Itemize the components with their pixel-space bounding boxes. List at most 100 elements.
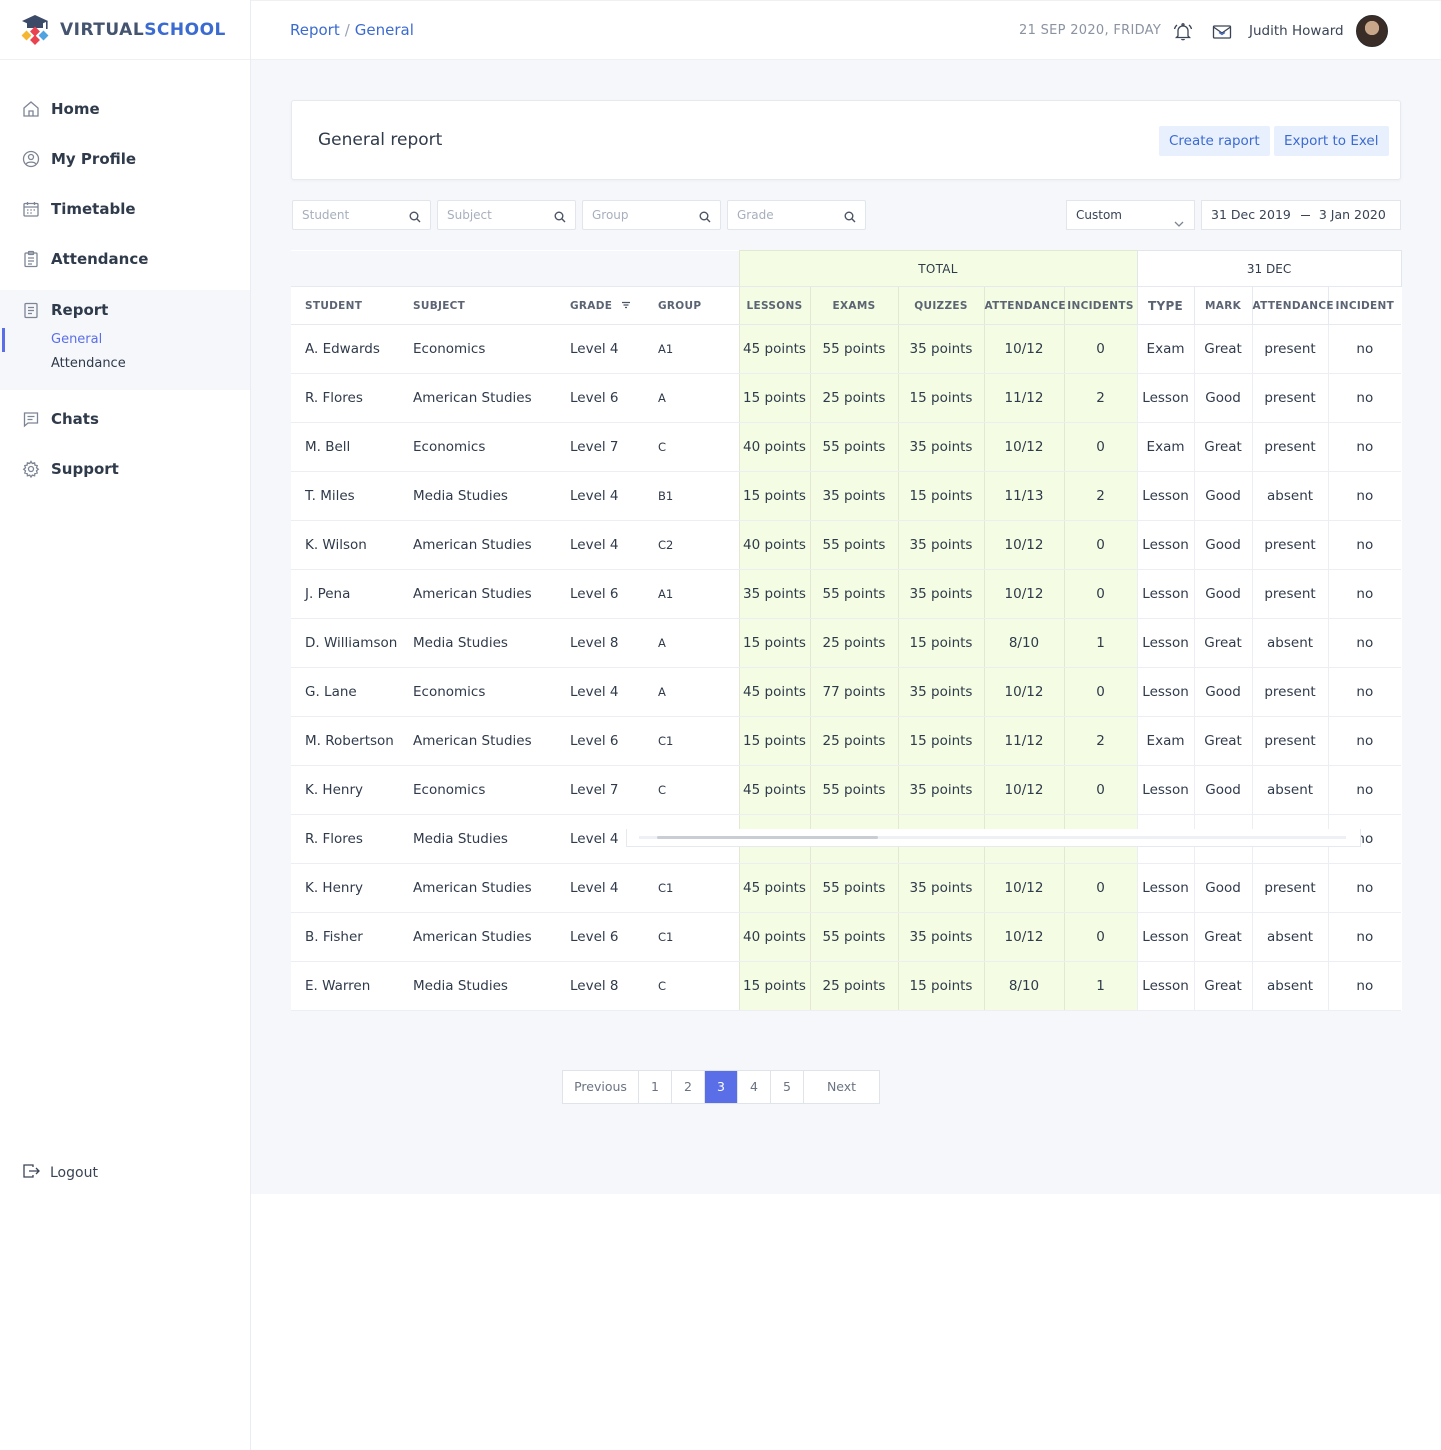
breadcrumb-report[interactable]: Report: [290, 21, 340, 39]
search-icon[interactable]: [554, 208, 566, 227]
col-header-subject[interactable]: SUBJECT: [399, 286, 556, 325]
cell-grade: Level 8: [556, 961, 651, 1011]
date-range-dash: [1300, 215, 1310, 216]
table-horizontal-scrollbar[interactable]: [626, 829, 1361, 847]
table-row[interactable]: T. Miles Media Studies Level 4 B1 15 points 3…: [291, 471, 1402, 521]
cell-quizzes: 35 points: [897, 912, 984, 962]
sidebar-item-home[interactable]: Home: [0, 84, 250, 134]
table-row[interactable]: M. Bell Economics Level 7 C 40 points 55 poin…: [291, 422, 1402, 472]
pagination-page-2[interactable]: 2: [672, 1071, 705, 1103]
col-header-incident[interactable]: INCIDENT: [1327, 286, 1402, 325]
period-select[interactable]: Custom: [1066, 200, 1195, 230]
col-header-lessons[interactable]: LESSONS: [738, 286, 810, 325]
sidebar-item-attendance[interactable]: Attendance: [0, 234, 250, 284]
export-to-excel-button[interactable]: Export to Exel: [1274, 126, 1389, 156]
filter-sort-icon[interactable]: [621, 300, 631, 312]
col-header-exams[interactable]: EXAMS: [809, 286, 898, 325]
mail-icon[interactable]: [1212, 24, 1232, 44]
current-date: 21 SEP 2020, FRIDAY: [1019, 23, 1162, 38]
cell-exams: 25 points: [809, 716, 898, 766]
search-icon[interactable]: [409, 208, 421, 227]
search-icon[interactable]: [699, 208, 711, 227]
col-header-type[interactable]: TYPE: [1136, 286, 1195, 325]
create-report-button[interactable]: Create raport: [1159, 126, 1270, 156]
col-header-grade[interactable]: GRADE: [556, 286, 651, 325]
cell-type: Lesson: [1136, 961, 1195, 1011]
report-table-wrapper: TOTAL 31 DEC STUDENT SUBJECT GRADE GROUP…: [291, 250, 1402, 1011]
pagination-page-3[interactable]: 3: [705, 1071, 738, 1103]
pagination-page-1[interactable]: 1: [639, 1071, 672, 1103]
sidebar-item-chats[interactable]: Chats: [0, 394, 250, 444]
table-row[interactable]: M. Robertson American Studies Level 6 C1 15 …: [291, 716, 1402, 766]
cell-mark: Good: [1193, 863, 1253, 913]
col-header-mark[interactable]: MARK: [1193, 286, 1253, 325]
cell-incidents: 2: [1063, 373, 1138, 423]
cell-exams: 55 points: [809, 912, 898, 962]
col-header-incidents[interactable]: INCIDENTS: [1063, 286, 1138, 325]
sidebar-item-timetable[interactable]: Timetable: [0, 184, 250, 234]
table-row[interactable]: B. Fisher American Studies Level 6 C1 40 poi…: [291, 912, 1402, 962]
table-row[interactable]: E. Warren Media Studies Level 8 C 15 points 2…: [291, 961, 1402, 1011]
cell-student: K. Henry: [291, 765, 399, 815]
cell-type: Lesson: [1136, 765, 1195, 815]
table-row[interactable]: A. Edwards Economics Level 4 A1 45 points 55 …: [291, 324, 1402, 374]
table-row[interactable]: K. Wilson American Studies Level 4 C2 40 poi…: [291, 520, 1402, 570]
sidebar-subitem-attendance[interactable]: Attendance: [0, 352, 250, 376]
breadcrumb: Report / General: [290, 21, 414, 39]
logout-button[interactable]: Logout: [22, 1163, 98, 1183]
pagination-page-5[interactable]: 5: [771, 1071, 804, 1103]
col-header-quizzes[interactable]: QUIZZES: [897, 286, 984, 325]
report-icon: [22, 301, 40, 319]
table-row[interactable]: D. Williamson Media Studies Level 8 A 15 poi…: [291, 618, 1402, 668]
period-select-value: Custom: [1076, 208, 1122, 222]
cell-attendance: 10/12: [983, 324, 1064, 374]
date-range-picker[interactable]: 31 Dec 2019 3 Jan 2020: [1201, 200, 1401, 230]
page-title: General report: [318, 130, 443, 150]
pagination: Previous 1 2 3 4 5 Next: [562, 1070, 880, 1104]
sidebar-item-report[interactable]: Report: [0, 290, 250, 328]
bell-icon[interactable]: [1173, 22, 1193, 46]
cell-day-attendance: present: [1251, 373, 1329, 423]
sidebar-subitem-general[interactable]: General: [0, 328, 250, 352]
scrollbar-thumb[interactable]: [657, 836, 878, 839]
table-row[interactable]: K. Henry American Studies Level 4 C1 45 poin…: [291, 863, 1402, 913]
cell-quizzes: 15 points: [897, 961, 984, 1011]
cell-grade: Level 6: [556, 716, 651, 766]
avatar[interactable]: [1356, 15, 1388, 47]
col-header-day-attendance[interactable]: ATTENDANCE: [1251, 286, 1334, 325]
table-row[interactable]: K. Henry Economics Level 7 C 45 points 55 poi…: [291, 765, 1402, 815]
cell-grade: Level 4: [556, 324, 651, 374]
cell-group: C: [651, 765, 739, 815]
home-icon: [22, 100, 40, 118]
clipboard-icon: [22, 250, 40, 268]
col-header-student[interactable]: STUDENT: [291, 286, 399, 325]
pagination-next[interactable]: Next: [804, 1071, 879, 1103]
sidebar-item-my-profile[interactable]: My Profile: [0, 134, 250, 184]
cell-student: J. Pena: [291, 569, 399, 619]
cell-attendance: 8/10: [983, 961, 1064, 1011]
cell-day-attendance: absent: [1251, 618, 1329, 668]
cell-lessons: 35 points: [738, 569, 810, 619]
table-row[interactable]: G. Lane Economics Level 4 A 45 points 77 poin…: [291, 667, 1402, 717]
user-name[interactable]: Judith Howard: [1249, 23, 1344, 39]
cell-student: B. Fisher: [291, 912, 399, 962]
table-row[interactable]: J. Pena American Studies Level 6 A1 35 point…: [291, 569, 1402, 619]
cell-incidents: 2: [1063, 471, 1138, 521]
col-header-group[interactable]: GROUP: [651, 286, 739, 325]
logo[interactable]: VIRTUALSCHOOL: [0, 0, 250, 60]
cell-attendance: 10/12: [983, 520, 1064, 570]
breadcrumb-general[interactable]: General: [355, 21, 414, 39]
cell-grade: Level 6: [556, 912, 651, 962]
cell-type: Exam: [1136, 324, 1195, 374]
pagination-previous[interactable]: Previous: [563, 1071, 639, 1103]
search-icon[interactable]: [844, 208, 856, 227]
pagination-page-4[interactable]: 4: [738, 1071, 771, 1103]
cell-subject: Economics: [399, 422, 556, 472]
table-row[interactable]: R. Flores American Studies Level 6 A 15 poin…: [291, 373, 1402, 423]
sidebar-item-support[interactable]: Support: [0, 444, 250, 494]
col-header-attendance[interactable]: ATTENDANCE: [983, 286, 1066, 325]
cell-subject: Economics: [399, 324, 556, 374]
breadcrumb-separator: /: [344, 21, 350, 39]
cell-quizzes: 15 points: [897, 618, 984, 668]
cell-day-attendance: absent: [1251, 912, 1329, 962]
